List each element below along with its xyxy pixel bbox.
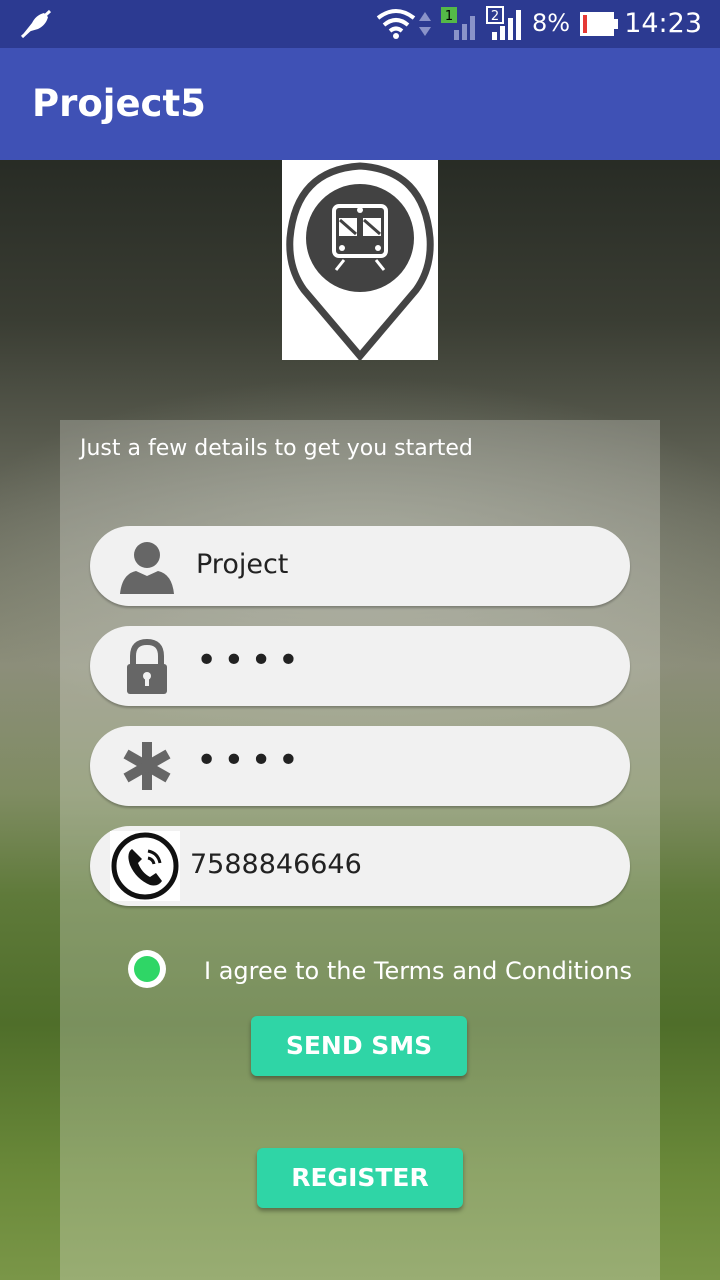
status-bar: 1 2 8% 14:23 xyxy=(0,0,720,48)
username-value: Project xyxy=(196,549,289,580)
phone-icon xyxy=(110,831,180,901)
lock-icon xyxy=(127,638,167,694)
password-value: •••• xyxy=(196,640,305,681)
app-logo xyxy=(282,160,438,362)
battery-percent: 8% xyxy=(532,9,571,37)
username-field[interactable]: Project xyxy=(90,526,630,606)
intro-text: Just a few details to get you started xyxy=(80,436,473,461)
wifi-icon xyxy=(376,9,416,39)
app-bar: Project5 xyxy=(0,48,720,160)
agree-radio[interactable] xyxy=(128,950,166,988)
phone-field[interactable]: 7588846646 xyxy=(90,826,630,906)
data-arrows-icon xyxy=(419,12,431,36)
asterisk-icon xyxy=(123,742,171,790)
person-icon xyxy=(120,542,174,594)
confirm-password-field[interactable]: •••• xyxy=(90,726,630,806)
svg-text:2: 2 xyxy=(491,9,499,24)
sim1-signal-icon: 1 xyxy=(441,7,475,40)
svg-text:1: 1 xyxy=(445,9,453,24)
sim2-signal-icon: 2 xyxy=(486,6,521,40)
battery-icon xyxy=(580,12,618,36)
password-field[interactable]: •••• xyxy=(90,626,630,706)
no-notifications-icon xyxy=(20,9,52,39)
phone-value: 7588846646 xyxy=(190,849,362,880)
agree-label[interactable]: I agree to the Terms and Conditions xyxy=(204,957,632,985)
confirm-password-value: •••• xyxy=(196,740,305,781)
train-location-pin-icon xyxy=(286,162,434,362)
send-sms-button[interactable]: SEND SMS xyxy=(251,1016,467,1076)
app-title: Project5 xyxy=(32,82,206,125)
register-button[interactable]: REGISTER xyxy=(257,1148,463,1208)
clock: 14:23 xyxy=(624,8,702,39)
